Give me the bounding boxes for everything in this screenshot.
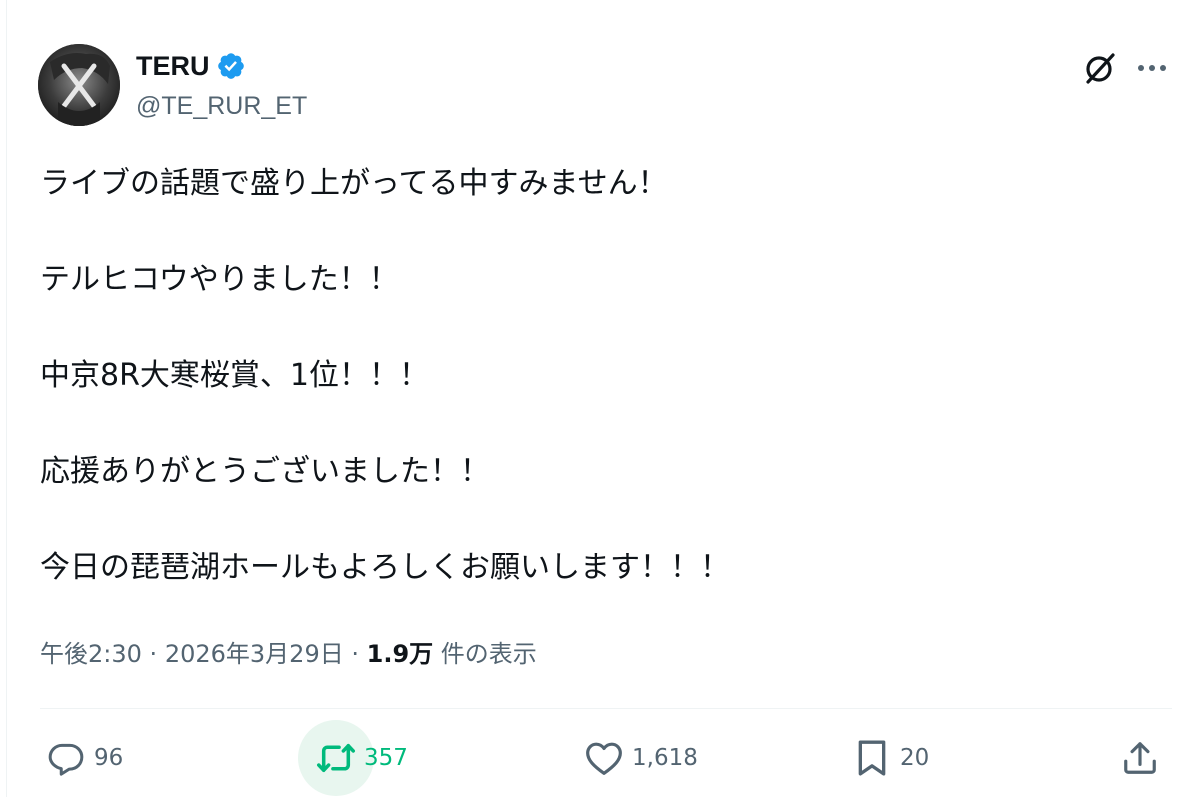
like-count: 1,618	[632, 745, 698, 771]
views-count[interactable]: 1.9万	[367, 640, 434, 668]
reply-button[interactable]: 96	[46, 734, 123, 782]
more-icon	[1138, 65, 1166, 71]
views-label: 件の表示	[440, 640, 537, 668]
bookmark-button[interactable]: 20	[852, 734, 929, 782]
like-button[interactable]: 1,618	[584, 734, 698, 782]
bookmark-icon	[852, 738, 892, 778]
grok-button[interactable]	[1080, 48, 1120, 88]
meta-separator: ·	[351, 640, 359, 668]
verified-badge-icon[interactable]	[216, 51, 246, 81]
retweet-button[interactable]: 357	[316, 734, 408, 782]
page-border	[6, 0, 7, 797]
tweet-text: ライブの話題で盛り上がってる中すみません！ テルヒコウやりました！！ 中京8R大…	[40, 160, 1160, 592]
tweet-meta: 午後2:30 · 2026年3月29日 · 1.9万 件の表示	[40, 634, 537, 674]
bookmark-count: 20	[900, 745, 930, 771]
meta-separator: ·	[149, 640, 158, 668]
more-options-button[interactable]	[1132, 48, 1172, 88]
avatar[interactable]	[38, 44, 120, 126]
avatar-image	[38, 44, 120, 126]
heart-icon	[584, 738, 624, 778]
author-display-name[interactable]: TERU	[136, 50, 210, 82]
tweet-line: ライブの話題で盛り上がってる中すみません！	[40, 166, 668, 201]
tweet-date[interactable]: 2026年3月29日	[165, 640, 344, 668]
reply-count: 96	[94, 745, 124, 771]
tweet-line: 中京8R大寒桜賞、1位！！！	[40, 358, 430, 393]
tweet-time[interactable]: 午後2:30	[40, 640, 142, 668]
author-display-name-row[interactable]: TERU	[136, 50, 246, 82]
author-handle[interactable]: @TE_RUR_ET	[136, 90, 307, 122]
reply-icon	[46, 738, 86, 778]
share-button[interactable]	[1120, 734, 1160, 782]
actions-divider	[40, 708, 1172, 709]
tweet-line: 応援ありがとうございました！！	[40, 454, 490, 489]
retweet-icon	[316, 738, 356, 778]
share-icon	[1120, 738, 1160, 778]
grok-icon	[1086, 53, 1115, 84]
retweet-count: 357	[364, 745, 408, 771]
tweet-line: 今日の琵琶湖ホールもよろしくお願いします！！！	[40, 550, 730, 585]
tweet-line: テルヒコウやりました！！	[40, 262, 399, 297]
